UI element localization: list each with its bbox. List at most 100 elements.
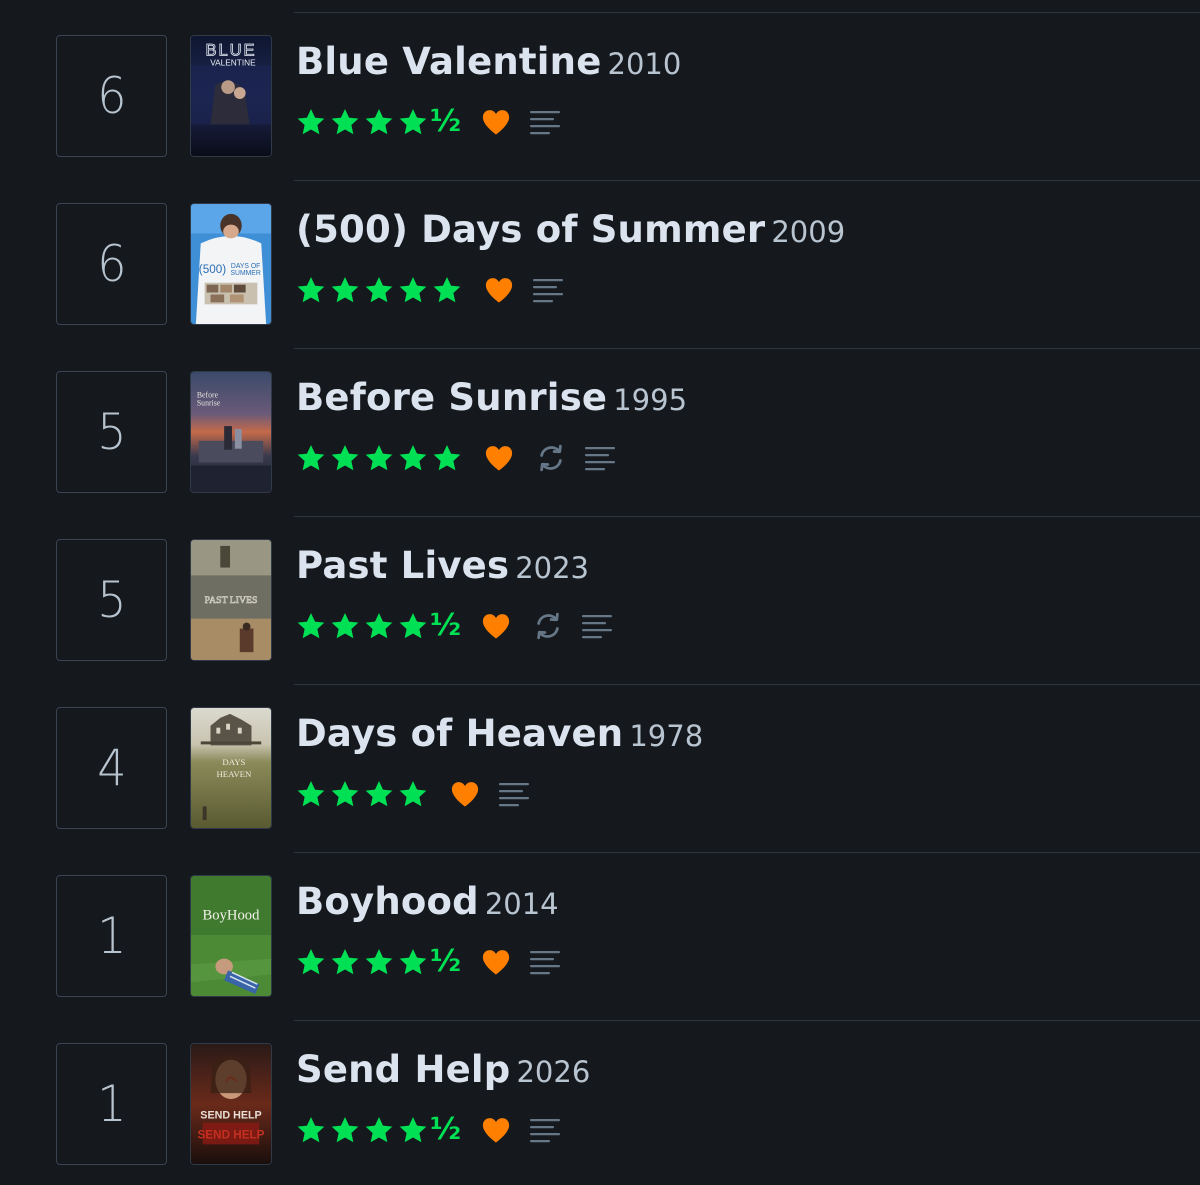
meta-line: ½ [296,105,681,139]
film-year[interactable]: 1978 [629,719,703,753]
star-icon [398,443,428,473]
film-info: Before Sunrise 1995 [296,379,687,475]
rank-number: 1 [96,907,127,965]
rank-box: 1 [56,1043,167,1165]
film-title[interactable]: (500) Days of Summer [296,208,765,251]
star-icon [398,779,428,809]
star-icon [364,947,394,977]
rank-box: 5 [56,539,167,661]
heart-icon[interactable] [484,444,514,472]
star-icon [398,1115,428,1145]
film-year[interactable]: 2023 [515,551,589,585]
poster-title-text: PAST LIVES [205,595,258,606]
film-info: Boyhood 2014 ½ [296,883,561,979]
rewatch-icon[interactable] [533,611,563,641]
star-icon [330,107,360,137]
film-poster[interactable]: SEND HELP SEND HELP [190,1043,272,1165]
star-icon [364,611,394,641]
star-icon [432,275,462,305]
film-entry: 1 BoyHood Boyhood 2014 ½ [0,853,1200,1021]
film-poster[interactable]: DAYS HEAVEN [190,707,272,829]
film-year[interactable]: 2010 [608,47,682,81]
star-icon [296,275,326,305]
film-year[interactable]: 1995 [613,383,687,417]
meta-line: ½ [296,945,561,979]
film-year[interactable]: 2014 [485,887,559,921]
film-title[interactable]: Boyhood [296,880,479,923]
star-rating [296,779,432,809]
film-poster[interactable]: Before Sunrise [190,371,272,493]
film-poster[interactable]: (500) DAYS OF SUMMER [190,203,272,325]
review-icon[interactable] [529,948,561,976]
rank-box: 1 [56,875,167,997]
half-star-glyph: ½ [430,608,462,643]
star-icon [330,779,360,809]
star-rating [296,275,466,305]
star-icon [296,107,326,137]
film-title[interactable]: Before Sunrise [296,376,607,419]
poster-subtitle-text: Sunrise [197,398,221,407]
review-icon[interactable] [532,276,564,304]
meta-line: ½ [296,1113,590,1147]
film-info: Send Help 2026 ½ [296,1051,590,1147]
half-star-glyph: ½ [430,104,462,139]
rank-number: 6 [96,235,127,293]
meta-line [296,441,687,475]
poster-title-text: SEND HELP [200,1110,261,1122]
film-title[interactable]: Past Lives [296,544,509,587]
star-icon [432,443,462,473]
film-poster[interactable]: BLUE VALENTINE [190,35,272,157]
poster-subtitle-text: SUMMER [230,270,260,277]
title-line: (500) Days of Summer 2009 [296,211,845,248]
star-rating: ½ [296,107,463,137]
star-icon [364,275,394,305]
poster-logo-mark: SEND HELP [198,1128,265,1141]
rank-box: 5 [56,371,167,493]
review-icon[interactable] [584,444,616,472]
star-icon [364,107,394,137]
title-line: Blue Valentine 2010 [296,43,681,80]
film-entry: 1 SEND HELP SEND HELP Send Help 2026 ½ [0,1021,1200,1185]
film-year[interactable]: 2026 [516,1055,590,1089]
film-title[interactable]: Blue Valentine [296,40,602,83]
star-icon [398,947,428,977]
title-line: Boyhood 2014 [296,883,561,920]
film-info: Blue Valentine 2010 ½ [296,43,681,139]
rank-number: 6 [96,67,127,125]
heart-icon[interactable] [484,276,514,304]
poster-subtitle-text: HEAVEN [216,769,252,779]
half-star-glyph: ½ [430,1112,462,1147]
heart-icon[interactable] [450,780,480,808]
film-title[interactable]: Days of Heaven [296,712,623,755]
star-icon [364,1115,394,1145]
star-icon [330,443,360,473]
title-line: Before Sunrise 1995 [296,379,687,416]
heart-icon[interactable] [481,612,511,640]
review-icon[interactable] [529,108,561,136]
star-icon [364,443,394,473]
rank-box: 4 [56,707,167,829]
film-poster[interactable]: PAST LIVES [190,539,272,661]
film-title[interactable]: Send Help [296,1048,510,1091]
film-year[interactable]: 2009 [771,215,845,249]
poster-title-text: (500) [199,263,226,276]
heart-icon[interactable] [481,948,511,976]
rewatch-icon[interactable] [536,443,566,473]
half-star-glyph: ½ [430,944,462,979]
film-poster[interactable]: BoyHood [190,875,272,997]
poster-title-text: BoyHood [203,907,261,923]
film-entry: 5 PAST LIVES Past Lives 2023 ½ [0,517,1200,685]
star-icon [296,947,326,977]
review-icon[interactable] [529,1116,561,1144]
review-icon[interactable] [581,612,613,640]
heart-icon[interactable] [481,108,511,136]
film-info: (500) Days of Summer 2009 [296,211,845,307]
heart-icon[interactable] [481,1116,511,1144]
star-icon [296,1115,326,1145]
star-icon [330,275,360,305]
title-line: Send Help 2026 [296,1051,590,1088]
title-line: Past Lives 2023 [296,547,613,584]
star-icon [330,611,360,641]
review-icon[interactable] [498,780,530,808]
meta-line: ½ [296,609,613,643]
